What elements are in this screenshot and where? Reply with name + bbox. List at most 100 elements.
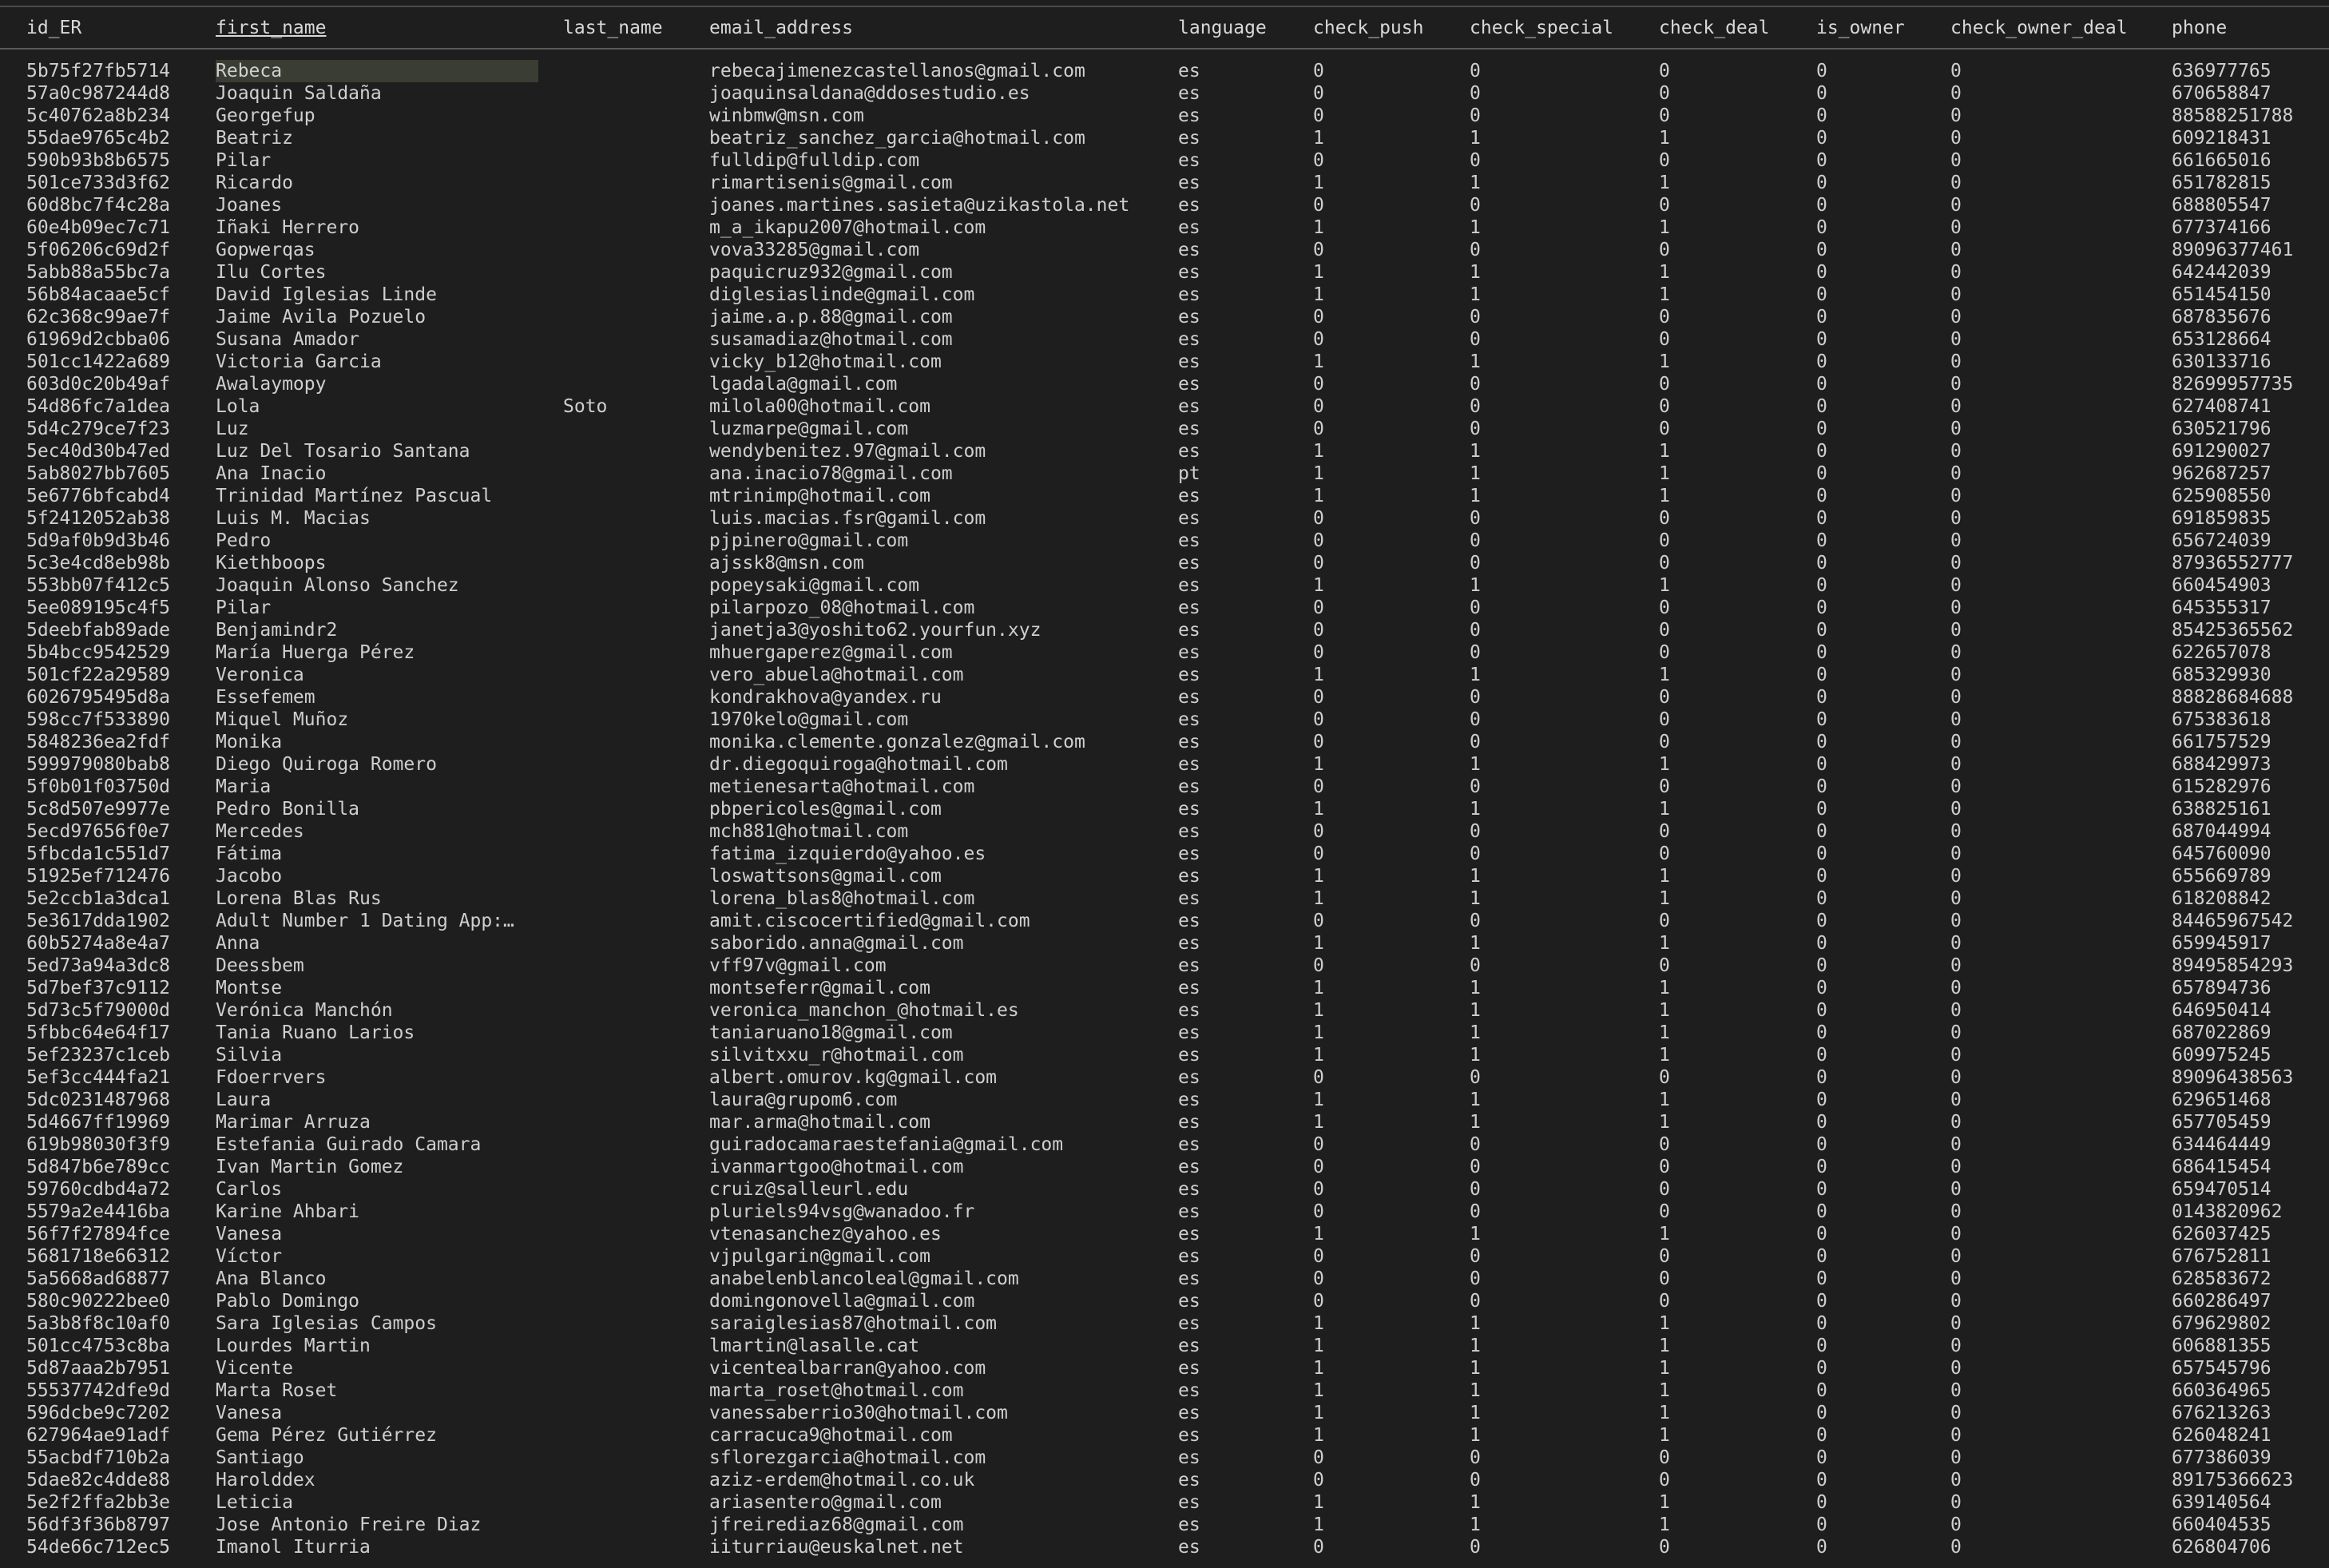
check-special-cell[interactable]: 0 <box>1470 955 1481 977</box>
language-cell[interactable]: es <box>1178 418 1200 440</box>
check-owner-deal-cell[interactable]: 0 <box>1950 1447 1962 1469</box>
column-header-last-name[interactable]: last_name <box>563 11 663 45</box>
check-push-cell[interactable]: 0 <box>1313 1469 1324 1491</box>
check-special-cell[interactable]: 0 <box>1470 776 1481 798</box>
id-er-cell[interactable]: 501ce733d3f62 <box>26 172 170 194</box>
language-cell[interactable]: es <box>1178 1357 1200 1379</box>
first-name-cell[interactable]: Vicente <box>216 1357 538 1379</box>
check-deal-cell[interactable]: 0 <box>1659 955 1670 977</box>
table-row[interactable]: 596dcbe9c7202 Vanesa vanessaberrio30@hotma… <box>0 1402 2329 1424</box>
check-push-cell[interactable]: 1 <box>1313 1402 1324 1424</box>
language-cell[interactable]: es <box>1178 753 1200 776</box>
first-name-cell[interactable]: Joanes <box>216 194 538 216</box>
is-owner-cell[interactable]: 0 <box>1816 731 1827 753</box>
id-er-cell[interactable]: 5abb88a55bc7a <box>26 261 170 284</box>
phone-cell[interactable]: 89175366623 <box>2172 1469 2293 1491</box>
first-name-cell[interactable]: Ivan Martin Gomez <box>216 1156 538 1178</box>
email-address-cell[interactable]: wendybenitez.97@gmail.com <box>709 440 986 462</box>
id-er-cell[interactable]: 596dcbe9c7202 <box>26 1402 170 1424</box>
check-deal-cell[interactable]: 0 <box>1659 619 1670 641</box>
check-deal-cell[interactable]: 0 <box>1659 686 1670 709</box>
id-er-cell[interactable]: 5d4667ff19969 <box>26 1111 170 1133</box>
check-special-cell[interactable]: 0 <box>1470 1178 1481 1201</box>
check-deal-cell[interactable]: 1 <box>1659 1022 1670 1044</box>
id-er-cell[interactable]: 5a3b8f8c10af0 <box>26 1312 170 1335</box>
phone-cell[interactable]: 675383618 <box>2172 709 2271 731</box>
phone-cell[interactable]: 89096377461 <box>2172 239 2293 261</box>
is-owner-cell[interactable]: 0 <box>1816 798 1827 820</box>
check-deal-cell[interactable]: 1 <box>1659 284 1670 306</box>
check-special-cell[interactable]: 0 <box>1470 820 1481 843</box>
check-deal-cell[interactable]: 1 <box>1659 798 1670 820</box>
table-row[interactable]: 5e6776bfcabd4 Trinidad Martínez Pascual mt… <box>0 485 2329 507</box>
id-er-cell[interactable]: 501cc1422a689 <box>26 351 170 373</box>
table-row[interactable]: 55537742dfe9d Marta Roset marta_roset@hotm… <box>0 1379 2329 1402</box>
phone-cell[interactable]: 634464449 <box>2172 1133 2271 1156</box>
check-special-cell[interactable]: 0 <box>1470 1290 1481 1312</box>
check-special-cell[interactable]: 1 <box>1470 440 1481 462</box>
phone-cell[interactable]: 659470514 <box>2172 1178 2271 1201</box>
language-cell[interactable]: es <box>1178 686 1200 709</box>
check-special-cell[interactable]: 1 <box>1470 1514 1481 1536</box>
first-name-cell[interactable]: Joaquin Alonso Sanchez <box>216 574 538 597</box>
first-name-cell[interactable]: Verónica Manchón <box>216 999 538 1022</box>
check-push-cell[interactable]: 0 <box>1313 1447 1324 1469</box>
is-owner-cell[interactable]: 0 <box>1816 1178 1827 1201</box>
check-owner-deal-cell[interactable]: 0 <box>1950 351 1962 373</box>
check-deal-cell[interactable]: 0 <box>1659 709 1670 731</box>
table-row[interactable]: 55acbdf710b2a Santiago sflorezgarcia@hotma… <box>0 1447 2329 1469</box>
check-push-cell[interactable]: 1 <box>1313 172 1324 194</box>
first-name-cell[interactable]: Pilar <box>216 597 538 619</box>
email-address-cell[interactable]: rimartisenis@gmail.com <box>709 172 953 194</box>
check-push-cell[interactable]: 1 <box>1313 664 1324 686</box>
check-push-cell[interactable]: 1 <box>1313 440 1324 462</box>
language-cell[interactable]: es <box>1178 1111 1200 1133</box>
table-row[interactable]: 60b5274a8e4a7 Anna saborido.anna@gmail.com… <box>0 932 2329 955</box>
phone-cell[interactable]: 625908550 <box>2172 485 2271 507</box>
check-push-cell[interactable]: 0 <box>1313 1178 1324 1201</box>
email-address-cell[interactable]: jfreirediaz68@gmail.com <box>709 1514 964 1536</box>
check-push-cell[interactable]: 0 <box>1313 1536 1324 1558</box>
is-owner-cell[interactable]: 0 <box>1816 1223 1827 1245</box>
table-row[interactable]: 62c368c99ae7f Jaime Avila Pozuelo jaime.a.… <box>0 306 2329 328</box>
language-cell[interactable]: es <box>1178 999 1200 1022</box>
id-er-cell[interactable]: 580c90222bee0 <box>26 1290 170 1312</box>
check-push-cell[interactable]: 1 <box>1313 1424 1324 1447</box>
check-owner-deal-cell[interactable]: 0 <box>1950 932 1962 955</box>
id-er-cell[interactable]: 603d0c20b49af <box>26 373 170 395</box>
language-cell[interactable]: es <box>1178 507 1200 530</box>
phone-cell[interactable]: 636977765 <box>2172 60 2271 82</box>
language-cell[interactable]: es <box>1178 731 1200 753</box>
phone-cell[interactable]: 661665016 <box>2172 149 2271 172</box>
check-special-cell[interactable]: 1 <box>1470 1312 1481 1335</box>
table-row[interactable]: 501ce733d3f62 Ricardo rimartisenis@gmail.c… <box>0 172 2329 194</box>
is-owner-cell[interactable]: 0 <box>1816 194 1827 216</box>
check-special-cell[interactable]: 0 <box>1470 1268 1481 1290</box>
is-owner-cell[interactable]: 0 <box>1816 1402 1827 1424</box>
email-address-cell[interactable]: veronica_manchon_@hotmail.es <box>709 999 1019 1022</box>
language-cell[interactable]: es <box>1178 82 1200 105</box>
id-er-cell[interactable]: 56b84acaae5cf <box>26 284 170 306</box>
check-deal-cell[interactable]: 0 <box>1659 239 1670 261</box>
is-owner-cell[interactable]: 0 <box>1816 664 1827 686</box>
email-address-cell[interactable]: luis.macias.fsr@gamil.com <box>709 507 986 530</box>
phone-cell[interactable]: 89096438563 <box>2172 1066 2293 1089</box>
language-cell[interactable]: es <box>1178 127 1200 149</box>
check-owner-deal-cell[interactable]: 0 <box>1950 1156 1962 1178</box>
language-cell[interactable]: es <box>1178 284 1200 306</box>
language-cell[interactable]: es <box>1178 932 1200 955</box>
check-owner-deal-cell[interactable]: 0 <box>1950 60 1962 82</box>
language-cell[interactable]: es <box>1178 1066 1200 1089</box>
phone-cell[interactable]: 615282976 <box>2172 776 2271 798</box>
first-name-cell[interactable]: Luz Del Tosario Santana <box>216 440 538 462</box>
is-owner-cell[interactable]: 0 <box>1816 149 1827 172</box>
check-owner-deal-cell[interactable]: 0 <box>1950 641 1962 664</box>
first-name-cell[interactable]: Adult Number 1 Dating App:… <box>216 910 538 932</box>
language-cell[interactable]: es <box>1178 1536 1200 1558</box>
id-er-cell[interactable]: 5dc0231487968 <box>26 1089 170 1111</box>
first-name-cell[interactable]: Trinidad Martínez Pascual <box>216 485 538 507</box>
email-address-cell[interactable]: popeysaki@gmail.com <box>709 574 919 597</box>
email-address-cell[interactable]: vjpulgarin@gmail.com <box>709 1245 930 1268</box>
check-owner-deal-cell[interactable]: 0 <box>1950 686 1962 709</box>
email-address-cell[interactable]: ariasentero@gmail.com <box>709 1491 942 1514</box>
